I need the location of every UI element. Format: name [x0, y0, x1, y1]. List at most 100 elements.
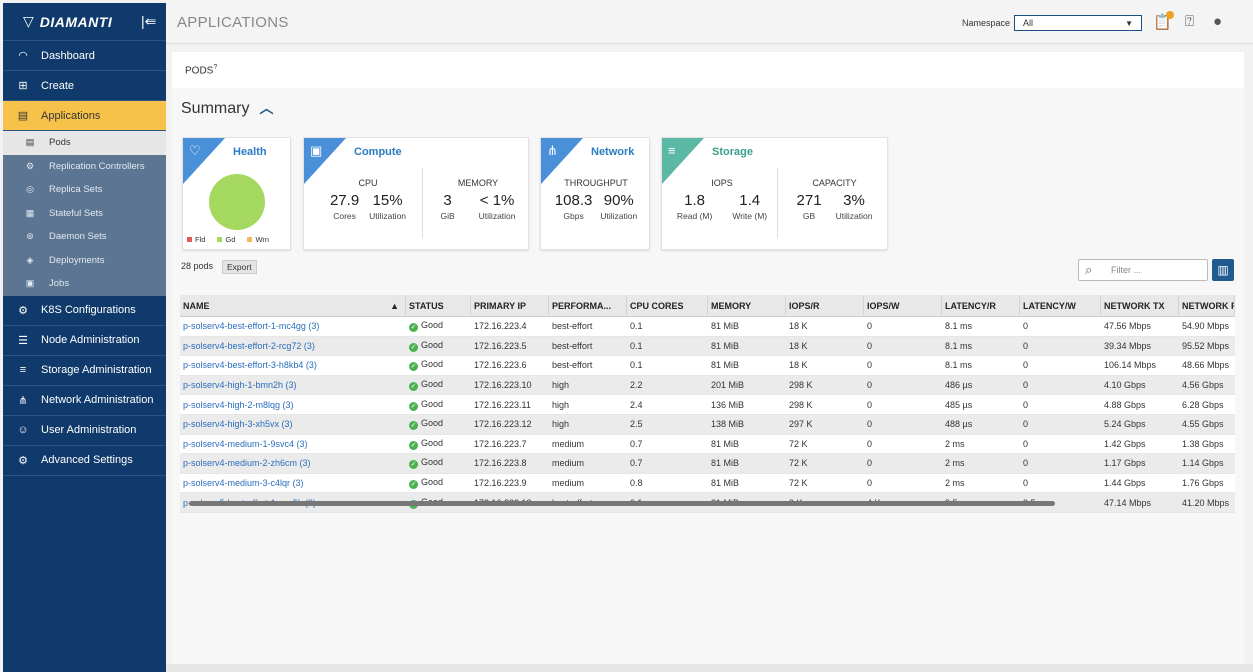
column-header-latency-r[interactable]: LATENCY/R: [942, 294, 1020, 317]
table-row[interactable]: p-solserv4-high-1-bmn2h (3) ✓ Good 172.16.2…: [180, 375, 1235, 396]
cell-text[interactable]: p-solserv4-high-1-bmn2h (3): [183, 380, 297, 390]
iops-write: 1.4 Write (M): [732, 192, 767, 221]
table-cell: 81 MiB: [711, 360, 740, 371]
table-row[interactable]: p-solserv4-medium-3-c4lqr (3) ✓ Good 172.16…: [180, 473, 1235, 494]
users-icon: ☺: [17, 424, 29, 436]
table-cell: 72 K: [789, 438, 808, 449]
table-cell: 0: [1023, 478, 1029, 489]
namespace-select[interactable]: All ▼: [1014, 15, 1142, 31]
table-cell: 72 K: [789, 478, 808, 489]
metric-value: 1.8: [684, 192, 706, 209]
pod-name-link[interactable]: p-solserv4-medium-3-c4lqr (3): [180, 478, 406, 488]
table-cell: 1.44 Gbps: [1104, 478, 1146, 489]
sidebar-item-k8s-configurations[interactable]: ⚙ K8S Configurations: [3, 296, 166, 326]
filter-input[interactable]: ⌕ Filter ...: [1078, 259, 1208, 281]
cell-text[interactable]: p-solserv4-medium-2-zh6cm (3): [183, 458, 311, 468]
cell-text[interactable]: p-solserv4-high-3-xh5vx (3): [183, 419, 293, 429]
table-cell: 18 K: [789, 360, 808, 371]
summary-toggle[interactable]: Summary ︿: [181, 98, 273, 118]
column-header-network-tx[interactable]: NETWORK TX: [1101, 294, 1179, 317]
column-header-iops-r[interactable]: IOPS/R: [786, 294, 864, 317]
health-pie: [209, 174, 265, 230]
sidebar-item-user-administration[interactable]: ☺ User Administration: [3, 416, 166, 446]
sidebar-item-storage-administration[interactable]: ≡ Storage Administration: [3, 356, 166, 386]
pod-name-link[interactable]: p-solserv4-medium-1-9svc4 (3): [180, 439, 406, 449]
pod-name-link[interactable]: p-solserv4-medium-2-zh6cm (3): [180, 458, 406, 468]
check-circle-icon: ✓: [409, 401, 418, 411]
table-row[interactable]: p-solserv4-best-effort-2-rcg72 (3) ✓ Good 1…: [180, 336, 1235, 357]
column-header-status[interactable]: STATUS: [406, 294, 471, 317]
pod-name-link[interactable]: p-solserv4-high-1-bmn2h (3): [180, 380, 406, 390]
table-cell: 2 ms: [945, 478, 965, 489]
table-row[interactable]: p-solserv4-high-3-xh5vx (3) ✓ Good 172.16.2…: [180, 414, 1235, 435]
table-row[interactable]: p-solserv4-best-effort-3-h8kb4 (3) ✓ Good 1…: [180, 356, 1235, 376]
search-icon: ⌕: [1085, 262, 1093, 277]
info-icon[interactable]: ?: [213, 64, 217, 71]
user-avatar-icon[interactable]: ●: [1213, 13, 1222, 30]
pod-name-link[interactable]: p-solserv4-best-effort-3-h8kb4 (3): [180, 360, 406, 370]
sidebar-subitem-stateful-sets[interactable]: ▦ Stateful Sets: [3, 202, 166, 226]
pod-name-link[interactable]: p-solserv4-high-2-m8lqg (3): [180, 400, 406, 410]
divider: [777, 168, 778, 238]
sidebar-subitem-pods[interactable]: ▤ Pods: [3, 131, 166, 155]
iops-metric: IOPS 1.8 Read (M) 1.4 Write (M): [672, 178, 772, 221]
column-header-performance[interactable]: PERFORMA...: [549, 294, 627, 317]
cell-text[interactable]: p-solserv4-best-effort-2-rcg72 (3): [183, 341, 315, 351]
help-icon[interactable]: ⍰: [1185, 13, 1194, 30]
check-circle-icon: ✓: [409, 342, 418, 352]
table-cell: 4.88 Gbps: [1104, 399, 1146, 410]
table-row[interactable]: p-solserv4-medium-1-9svc4 (3) ✓ Good 172.16…: [180, 434, 1235, 455]
column-header-iops-w[interactable]: IOPS/W: [864, 294, 942, 317]
table-cell: 172.16.223.9: [474, 478, 527, 489]
cell-text[interactable]: p-solserv4-medium-3-c4lqr (3): [183, 478, 304, 488]
main-content: PODS? Summary ︿ ♡ Health Fld Gd Wrn ▣ Com…: [172, 52, 1244, 664]
cell-text[interactable]: p-solserv4-high-2-m8lqg (3): [183, 400, 294, 410]
sidebar-subitem-deployments[interactable]: ◈ Deployments: [3, 249, 166, 273]
table-row[interactable]: p-solserv4-best-effort-1-mc4gg (3) ✓ Good 1…: [180, 317, 1235, 337]
cell-text[interactable]: p-solserv4-medium-1-9svc4 (3): [183, 439, 308, 449]
sidebar-item-applications[interactable]: ▤ Applications: [3, 101, 166, 131]
table-cell: 72 K: [789, 458, 808, 469]
sidebar-item-create[interactable]: ⊞ Create: [3, 71, 166, 101]
table-row[interactable]: p-solserv4-high-2-m8lqg (3) ✓ Good 172.16.2…: [180, 395, 1235, 415]
sidebar-item-label: Create: [41, 79, 75, 92]
horizontal-scrollbar[interactable]: [189, 501, 1055, 506]
column-header-memory[interactable]: MEMORY: [708, 294, 786, 317]
column-header-cpu-cores[interactable]: CPU CORES: [627, 294, 708, 317]
sidebar-subitem-jobs[interactable]: ▣ Jobs: [3, 272, 166, 296]
sidebar-item-network-administration[interactable]: ⋔ Network Administration: [3, 386, 166, 416]
database-icon: ≡: [668, 143, 676, 158]
table-row[interactable]: p-solserv4-medium-2-zh6cm (3) ✓ Good 172.16…: [180, 454, 1235, 474]
column-header-latency-w[interactable]: LATENCY/W: [1020, 294, 1101, 317]
table-cell: 486 µs: [945, 380, 973, 391]
column-header-primary-ip[interactable]: PRIMARY IP: [471, 294, 549, 317]
export-button[interactable]: Export: [222, 260, 257, 274]
collapse-sidebar-icon[interactable]: |⇚: [141, 13, 156, 30]
column-header-name[interactable]: NAME ▲: [180, 294, 406, 317]
columns-button[interactable]: ▥: [1212, 259, 1234, 281]
pod-name-link[interactable]: p-solserv4-high-3-xh5vx (3): [180, 419, 406, 429]
table-cell: 1.14 Gbps: [1182, 458, 1224, 469]
table-cell: 0: [1023, 340, 1029, 351]
pod-name-link[interactable]: p-solserv4-best-effort-1-mc4gg (3): [180, 321, 406, 331]
sidebar-item-advanced-settings[interactable]: ⚙ Advanced Settings: [3, 446, 166, 476]
sidebar-item-node-administration[interactable]: ☰ Node Administration: [3, 326, 166, 356]
cell-text[interactable]: p-solserv4-best-effort-1-mc4gg (3): [183, 321, 319, 331]
table-cell: 172.16.223.12: [474, 419, 532, 430]
sidebar-subitem-replication-controllers[interactable]: ⚙ Replication Controllers: [3, 155, 166, 179]
cell-text: Good: [421, 437, 444, 448]
jobs-icon: ▣: [25, 278, 35, 289]
table-cell: 8.1 ms: [945, 340, 973, 351]
sidebar-item-label: K8S Configurations: [41, 304, 136, 316]
table-cell: 172.16.223.7: [474, 438, 527, 449]
metric-value: 108.3: [554, 192, 593, 209]
chevron-up-icon: ︿: [259, 100, 274, 116]
pod-name-link[interactable]: p-solserv4-best-effort-2-rcg72 (3): [180, 341, 406, 351]
legend-label: Gd: [225, 235, 236, 244]
sidebar-item-dashboard[interactable]: ◠ Dashboard: [3, 41, 166, 71]
cell-text[interactable]: p-solserv4-best-effort-3-h8kb4 (3): [183, 360, 317, 370]
column-header-network-rx[interactable]: NETWORK RX: [1179, 294, 1235, 317]
sidebar-subitem-replica-sets[interactable]: ◎ Replica Sets: [3, 178, 166, 202]
metric-label: THROUGHPUT: [564, 178, 628, 188]
sidebar-subitem-daemon-sets[interactable]: ⊛ Daemon Sets: [3, 225, 166, 249]
